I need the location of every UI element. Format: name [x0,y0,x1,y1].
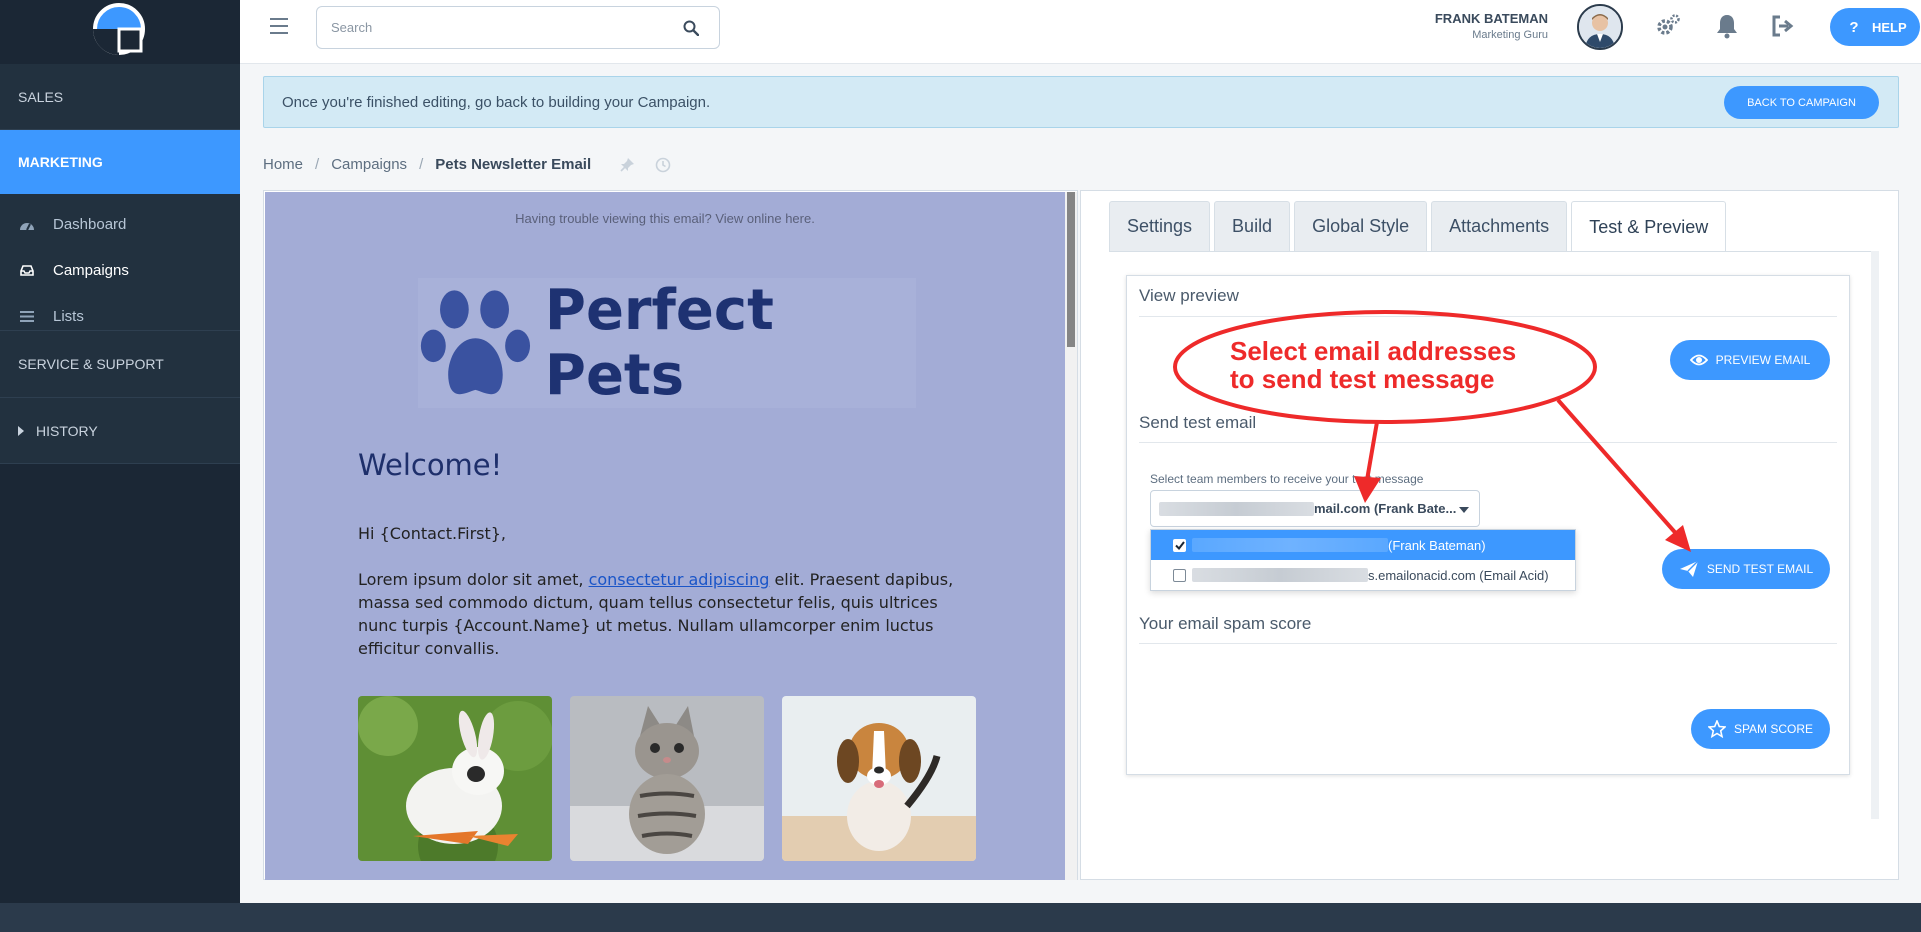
annotation-overlay [1173,310,1691,552]
annotation-line-1: Select email addresses [1230,336,1517,366]
footer-bar [0,903,1921,932]
annotation-line-2: to send test message [1230,364,1495,394]
annotation-text: Select email addresses to send test mess… [1230,337,1516,393]
